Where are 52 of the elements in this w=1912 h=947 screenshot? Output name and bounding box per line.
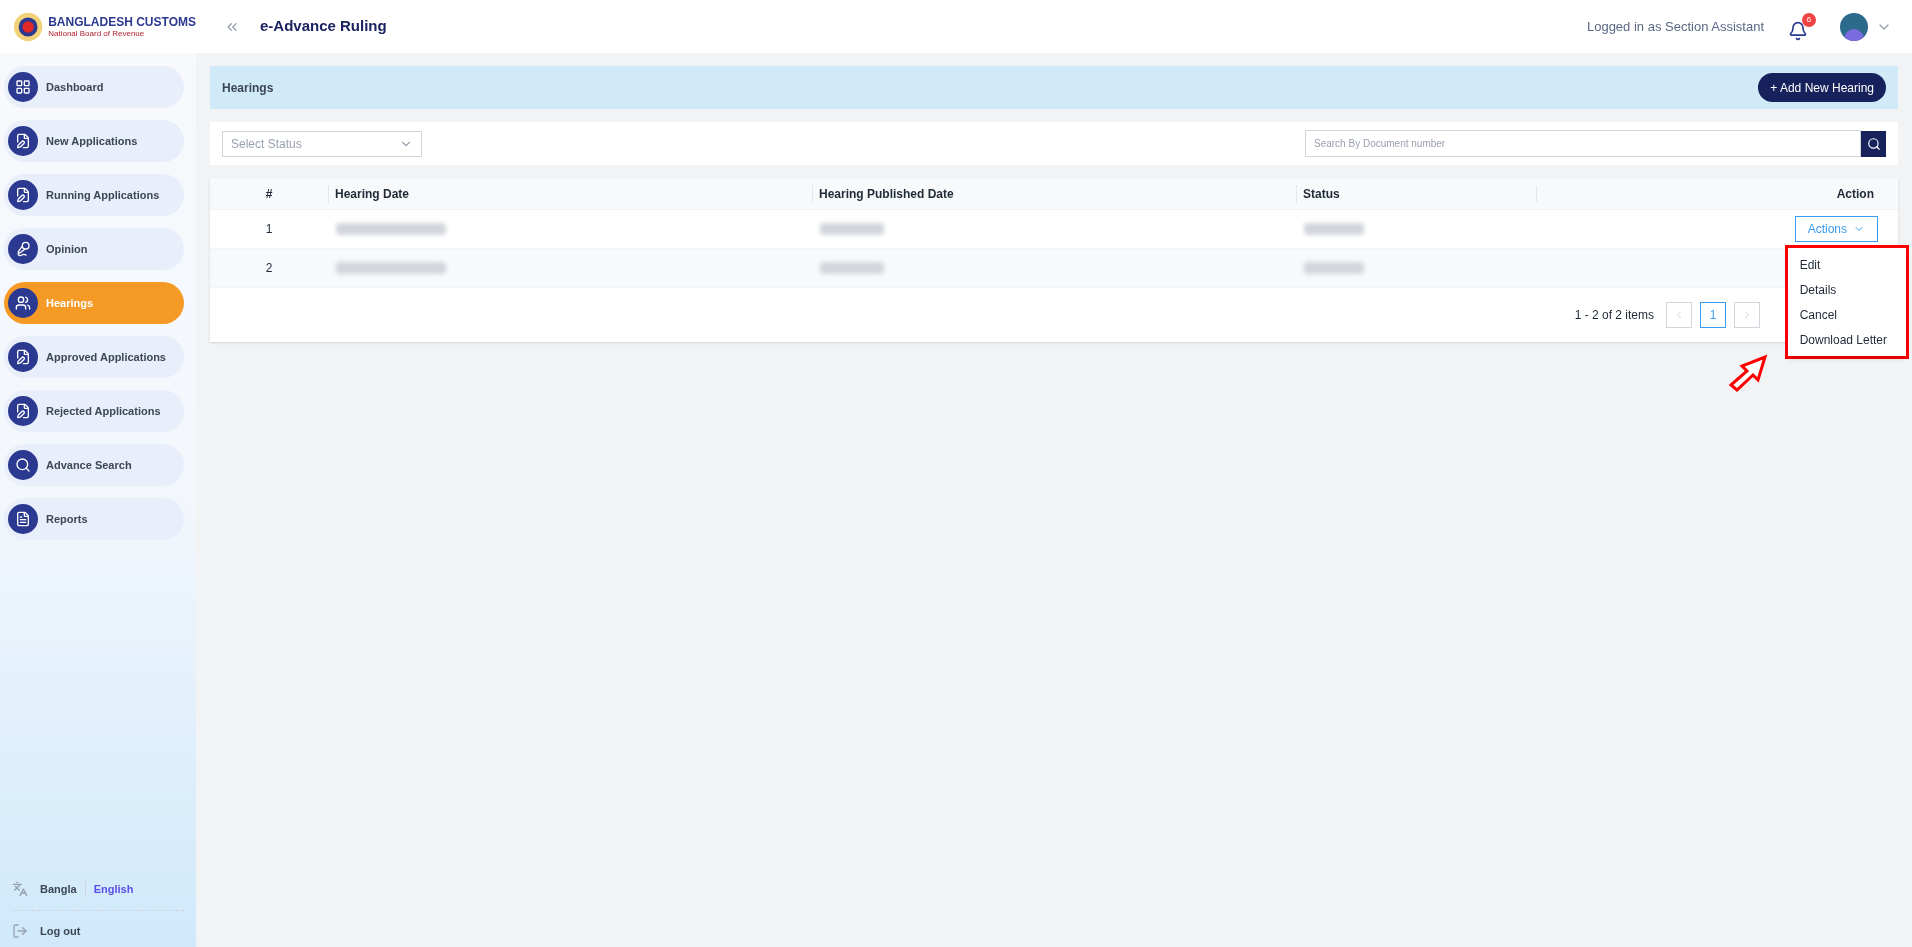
column-header: Hearing Published Date (812, 184, 1296, 203)
column-header: Action (1836, 185, 1875, 203)
next-page-button[interactable] (1734, 302, 1760, 328)
menu-item[interactable]: Cancel (1787, 302, 1906, 327)
sidebar-item[interactable]: Rejected Applications (4, 390, 184, 432)
sidebar-item[interactable]: Running Applications (4, 174, 184, 216)
blurred-text (820, 223, 884, 235)
search-button[interactable] (1861, 130, 1886, 157)
sidebar-item[interactable]: Dashboard (4, 66, 184, 108)
sidebar-item[interactable]: Advance Search (4, 444, 184, 486)
column-header: # (264, 185, 274, 203)
people-icon (15, 295, 31, 311)
document-edit-icon (15, 133, 31, 149)
search-field[interactable]: Search By Document number (1305, 130, 1861, 157)
notification-count: 6 (1802, 12, 1816, 27)
menu-item[interactable]: Details (1787, 277, 1906, 302)
menu-item[interactable]: Download Letter (1787, 327, 1906, 352)
logged-in-text: Logged in as Section Assistant (1586, 17, 1764, 36)
column-header: Status (1296, 184, 1536, 203)
add-hearing-button[interactable]: + Add New Hearing (1758, 73, 1886, 102)
document-icon (15, 511, 31, 527)
language-option[interactable]: Bangla (40, 881, 77, 898)
pagination-summary: 1 - 2 of 2 items (1574, 307, 1654, 324)
logo-title: BANGLADESH CUSTOMS (48, 15, 196, 28)
sidebar-item[interactable]: New Applications (4, 120, 184, 162)
translate-icon (12, 881, 28, 898)
document-edit-icon (15, 403, 31, 419)
grid-icon (15, 79, 31, 95)
avatar[interactable] (1840, 12, 1868, 41)
logout-button[interactable]: Log out (12, 922, 81, 939)
column-header: Hearing Date (328, 184, 812, 203)
notification-button[interactable]: 6 (1788, 12, 1816, 41)
sidebar-item[interactable]: Reports (4, 498, 184, 540)
sidebar-item[interactable]: Opinion (4, 228, 184, 270)
document-edit-icon (15, 187, 31, 203)
logo-subtitle: National Board of Revenue (48, 29, 146, 38)
app-title: e-Advance Ruling (260, 16, 387, 37)
bell-icon (1788, 20, 1808, 41)
blurred-text (1304, 262, 1364, 274)
blurred-text (820, 262, 884, 274)
table-cell-text: 2 (264, 260, 274, 277)
sidebar-item[interactable]: Approved Applications (4, 336, 184, 378)
blurred-text (1304, 223, 1364, 235)
previous-page-button[interactable] (1666, 302, 1692, 328)
language-option[interactable]: English (84, 881, 134, 898)
menu-item[interactable]: Edit (1787, 252, 1906, 277)
search-icon (1866, 136, 1881, 151)
logout-icon (12, 922, 28, 939)
table-cell-text: 1 (264, 221, 274, 238)
page-title: Hearings (222, 79, 274, 97)
search-icon (15, 457, 31, 473)
document-edit-icon (15, 349, 31, 365)
